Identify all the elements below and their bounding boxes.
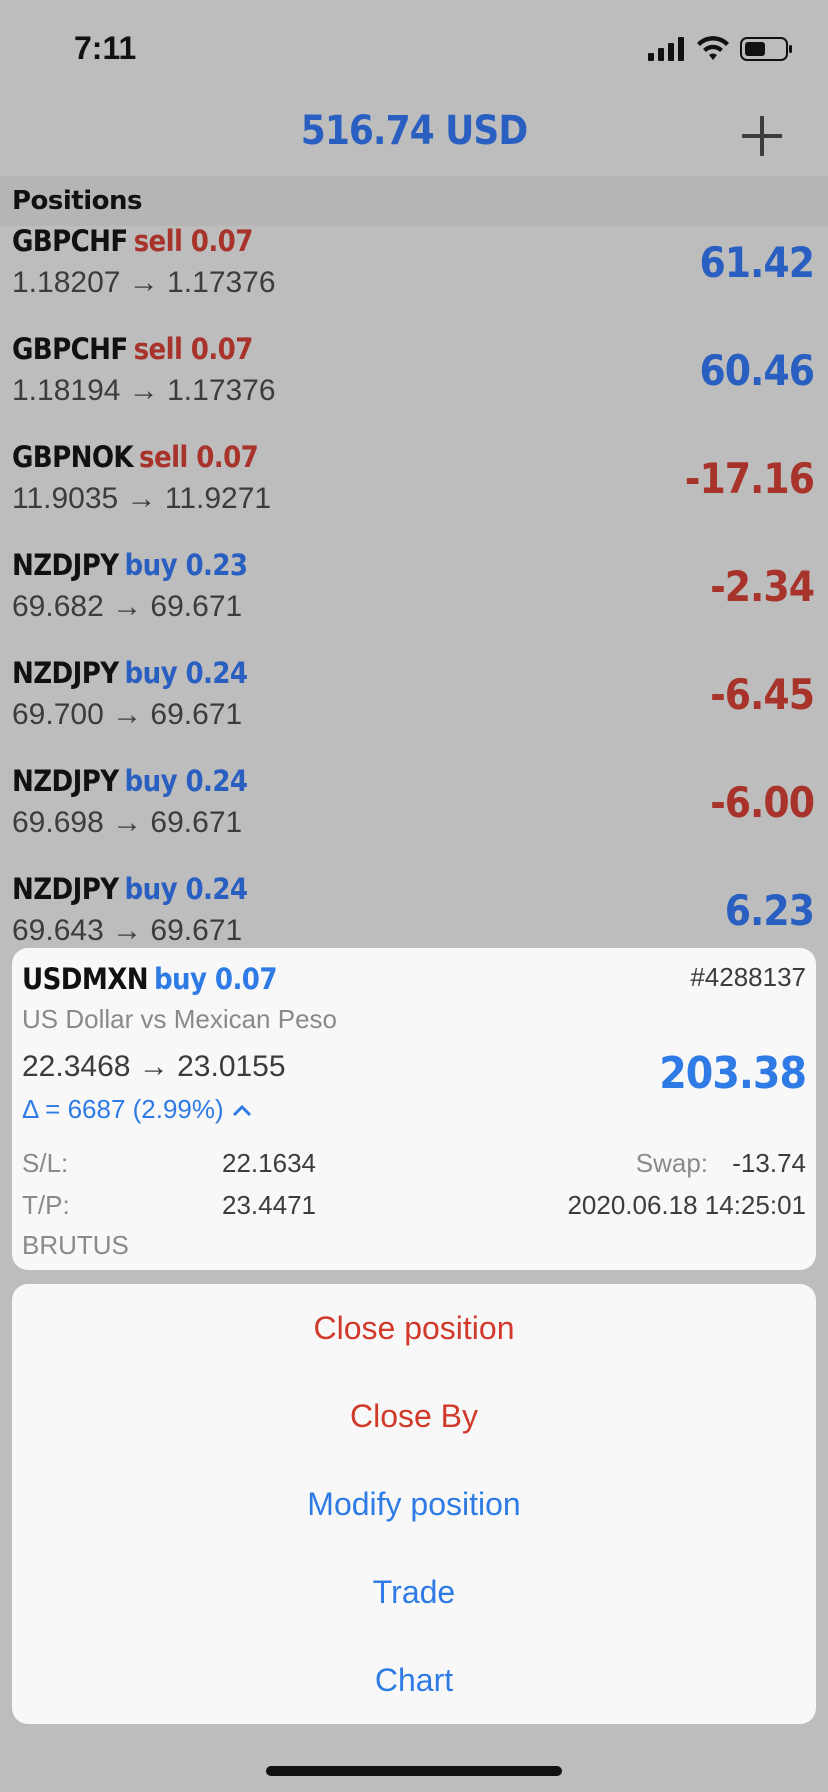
position-prices: 69.682 → 69.671 xyxy=(12,590,243,623)
home-indicator xyxy=(266,1766,562,1776)
position-row[interactable]: NZDJPY buy 0.24 69.698 → 69.671 -6.00 xyxy=(0,758,828,866)
action-sheet: Close position Close By Modify position … xyxy=(12,1284,816,1724)
position-prices: 69.700 → 69.671 xyxy=(12,698,243,731)
position-prices: 1.18194 → 1.17376 xyxy=(12,374,276,407)
status-time: 7:11 xyxy=(74,30,137,66)
tp-value: 23.4471 xyxy=(222,1190,316,1220)
status-bar: 7:11 xyxy=(0,0,828,100)
delta-value: Δ = 6687 (2.99%) xyxy=(22,1094,224,1124)
position-row[interactable]: GBPCHF sell 0.07 1.18194 → 1.17376 60.46 xyxy=(0,326,828,434)
position-profit: 61.42 xyxy=(699,238,815,287)
position-side: buy 0.23 xyxy=(124,548,249,582)
position-side: sell 0.07 xyxy=(133,224,254,258)
open-time: 2020.06.18 14:25:01 xyxy=(567,1190,806,1220)
positions-list: GBPCHF sell 0.07 1.18207 → 1.17376 61.42 GBP… xyxy=(0,218,828,974)
symbol-name: NZDJPY xyxy=(12,548,119,582)
trade-button[interactable]: Trade xyxy=(12,1548,816,1636)
position-row[interactable]: NZDJPY buy 0.23 69.682 → 69.671 -2.34 xyxy=(0,542,828,650)
wifi-icon xyxy=(697,36,729,60)
symbol-name: GBPNOK xyxy=(12,440,134,474)
position-profit: -6.00 xyxy=(710,778,815,827)
position-side: sell 0.07 xyxy=(133,332,254,366)
modify-position-button[interactable]: Modify position xyxy=(12,1460,816,1548)
position-comment: BRUTUS xyxy=(22,1230,129,1260)
position-prices: 69.643 → 69.671 xyxy=(12,914,243,947)
position-prices: 1.18207 → 1.17376 xyxy=(12,266,276,299)
position-prices: 69.698 → 69.671 xyxy=(12,806,243,839)
position-row[interactable]: GBPCHF sell 0.07 1.18207 → 1.17376 61.42 xyxy=(0,218,828,326)
position-side: buy 0.24 xyxy=(124,656,249,690)
tp-label: T/P: xyxy=(22,1190,70,1220)
position-side: sell 0.07 xyxy=(139,440,259,474)
symbol-name: GBPCHF xyxy=(12,332,128,366)
sl-label: S/L: xyxy=(22,1148,69,1178)
selected-prices: 22.3468 → 23.0155 xyxy=(22,1050,286,1083)
status-icons xyxy=(648,36,794,62)
header: 516.74 USD xyxy=(0,100,828,176)
position-profit: -6.45 xyxy=(710,670,815,719)
close-position-button[interactable]: Close position xyxy=(12,1284,816,1372)
swap-label: Swap: xyxy=(635,1148,708,1178)
position-row[interactable]: GBPNOK sell 0.07 11.9035 → 11.9271 -17.16 xyxy=(0,434,828,542)
selected-symbol: USDMXN buy 0.07 xyxy=(22,962,277,996)
ticket-number: #4288137 xyxy=(690,962,806,992)
position-symbol: NZDJPY buy 0.23 xyxy=(12,548,249,582)
position-side: buy 0.24 xyxy=(124,872,249,906)
battery-icon xyxy=(740,37,792,61)
symbol-description: US Dollar vs Mexican Peso xyxy=(22,1004,337,1034)
delta-toggle[interactable]: Δ = 6687 (2.99%) xyxy=(22,1094,252,1125)
position-symbol: GBPCHF sell 0.07 xyxy=(12,332,253,366)
position-profit: 60.46 xyxy=(699,346,815,395)
add-icon[interactable] xyxy=(736,110,788,162)
position-symbol: NZDJPY buy 0.24 xyxy=(12,656,249,690)
close-by-button[interactable]: Close By xyxy=(12,1372,816,1460)
position-prices: 11.9035 → 11.9271 xyxy=(12,482,272,515)
selected-side: buy 0.07 xyxy=(153,962,278,996)
account-balance: 516.74 USD xyxy=(300,108,528,154)
sl-value: 22.1634 xyxy=(222,1148,316,1178)
position-symbol: GBPNOK sell 0.07 xyxy=(12,440,259,474)
position-side: buy 0.24 xyxy=(124,764,249,798)
section-title: Positions xyxy=(0,176,828,226)
chevron-up-icon xyxy=(232,1104,251,1116)
position-profit: -17.16 xyxy=(684,454,815,503)
position-symbol: NZDJPY buy 0.24 xyxy=(12,764,249,798)
position-profit: -2.34 xyxy=(710,562,815,611)
symbol-name: NZDJPY xyxy=(12,656,119,690)
position-symbol: NZDJPY buy 0.24 xyxy=(12,872,249,906)
swap-value: -13.74 xyxy=(732,1148,806,1178)
symbol-name: NZDJPY xyxy=(12,764,119,798)
selected-profit: 203.38 xyxy=(659,1048,807,1099)
symbol-name: GBPCHF xyxy=(12,224,128,258)
signal-icon xyxy=(648,37,684,61)
position-row[interactable]: NZDJPY buy 0.24 69.700 → 69.671 -6.45 xyxy=(0,650,828,758)
position-profit: 6.23 xyxy=(724,886,815,935)
selected-symbol-name: USDMXN xyxy=(22,962,149,996)
selected-position-card: USDMXN buy 0.07 #4288137 US Dollar vs Mex… xyxy=(12,948,816,1270)
symbol-name: NZDJPY xyxy=(12,872,119,906)
position-symbol: GBPCHF sell 0.07 xyxy=(12,224,253,258)
chart-button[interactable]: Chart xyxy=(12,1636,816,1724)
